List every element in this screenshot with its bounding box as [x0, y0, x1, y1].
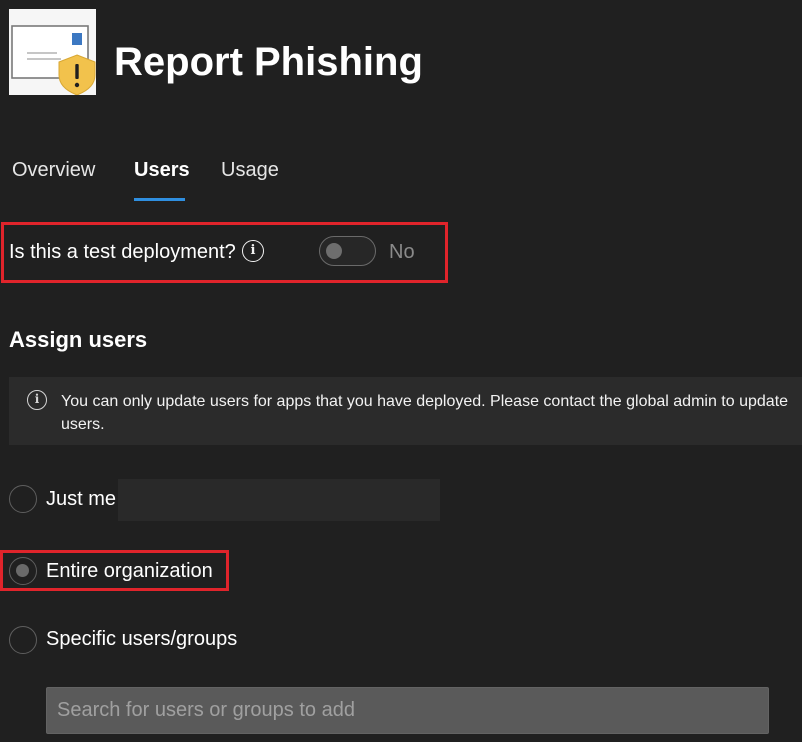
radio-entire-organization[interactable] — [9, 557, 37, 585]
info-message-text: You can only update users for apps that … — [61, 393, 789, 433]
envelope-warning-shield-icon — [11, 25, 96, 95]
current-user-field — [118, 479, 440, 521]
assign-users-heading: Assign users — [9, 327, 148, 352]
tab-usage[interactable]: Usage — [221, 156, 279, 184]
radio-label-entire-organization[interactable]: Entire organization — [46, 558, 213, 584]
info-icon[interactable]: i — [242, 240, 264, 262]
info-icon: i — [27, 390, 47, 410]
active-tab-indicator — [134, 198, 185, 201]
tab-users[interactable]: Users — [134, 156, 190, 184]
toggle-knob — [326, 243, 342, 259]
tab-bar: Overview Users Usage — [12, 156, 412, 206]
report-phishing-app-icon — [9, 9, 96, 95]
radio-just-me[interactable] — [9, 485, 37, 513]
radio-label-just-me[interactable]: Just me — [46, 486, 116, 512]
test-deployment-toggle[interactable] — [319, 236, 376, 266]
page-title: Report Phishing — [114, 40, 423, 84]
toggle-state-label: No — [389, 241, 415, 263]
radio-label-specific-users-groups[interactable]: Specific users/groups — [46, 626, 237, 652]
radio-selected-dot — [16, 564, 29, 577]
tab-overview[interactable]: Overview — [12, 156, 95, 184]
info-message-bar: i You can only update users for apps tha… — [9, 377, 802, 445]
test-deployment-label: Is this a test deployment? — [9, 241, 236, 263]
radio-specific-users-groups[interactable] — [9, 626, 37, 654]
user-group-search-input[interactable] — [46, 687, 769, 734]
